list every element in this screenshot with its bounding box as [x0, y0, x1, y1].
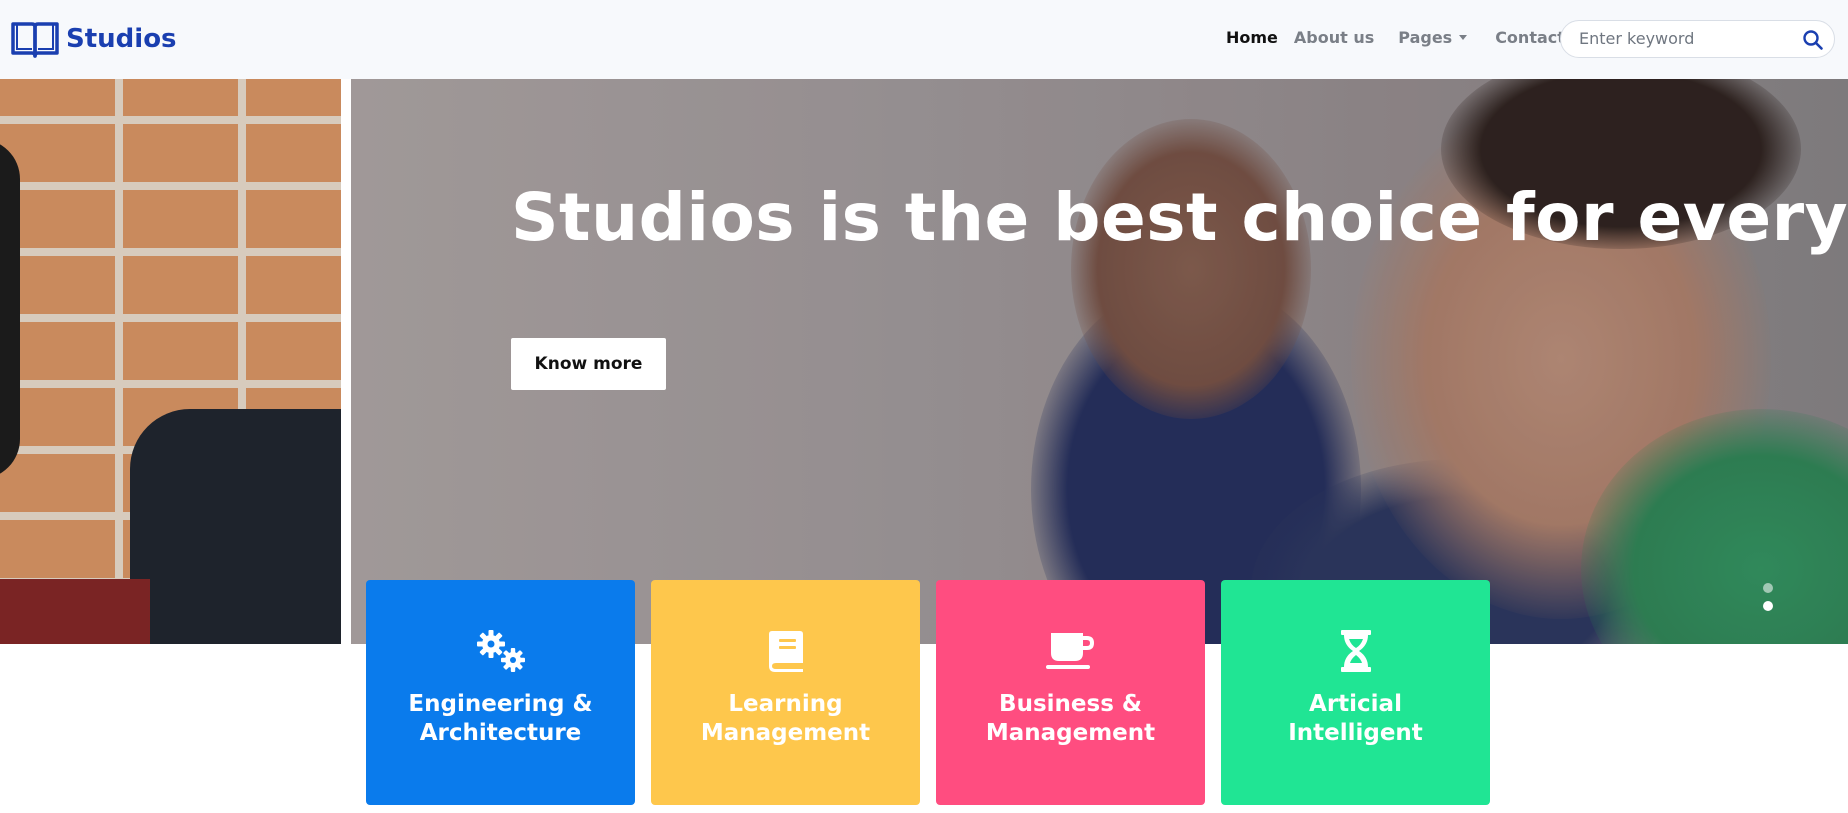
main-nav: Home About us Pages Contacts: [1226, 28, 1574, 47]
card-label: Articial Intelligent: [1288, 691, 1423, 746]
nav-about-us[interactable]: About us: [1294, 28, 1374, 47]
carousel-dot[interactable]: [1763, 583, 1773, 593]
hero-slide: Studios is the best choice for everyone …: [351, 79, 1848, 644]
gears-icon: [473, 628, 529, 674]
caret-down-icon: [1459, 35, 1468, 40]
card-engineering-architecture[interactable]: Engineering & Architecture: [366, 580, 635, 805]
know-more-button[interactable]: Know more: [511, 338, 666, 390]
open-book-icon: [11, 22, 59, 58]
book-icon: [758, 628, 814, 674]
carousel-dot-active[interactable]: [1763, 601, 1773, 611]
hourglass-icon: [1328, 628, 1384, 674]
search-box: [1560, 20, 1835, 58]
card-label: Business & Management: [985, 691, 1156, 746]
carousel-indicators: [1763, 583, 1773, 619]
hero-title: Studios is the best choice for everyone: [511, 179, 1848, 256]
nav-pages-dropdown[interactable]: Pages: [1398, 28, 1468, 47]
nav-home[interactable]: Home: [1226, 28, 1278, 47]
coffee-cup-icon: [1043, 628, 1099, 674]
card-learning-management[interactable]: Learning Management: [651, 580, 920, 805]
card-label: Engineering & Architecture: [408, 691, 593, 746]
hero-prev-slide-image: [0, 79, 341, 644]
card-label: Learning Management: [700, 691, 871, 746]
category-cards: Engineering & Architecture Learning Mana…: [366, 580, 1490, 805]
card-artificial-intelligent[interactable]: Articial Intelligent: [1221, 580, 1490, 805]
nav-pages-label: Pages: [1398, 28, 1453, 47]
brand-name: Studios: [66, 24, 177, 54]
card-business-management[interactable]: Business & Management: [936, 580, 1205, 805]
navbar: Studios Home About us Pages Contacts: [0, 0, 1848, 79]
search-icon[interactable]: [1802, 29, 1824, 51]
brand-logo-link[interactable]: Studios: [10, 20, 177, 58]
search-input[interactable]: [1579, 29, 1779, 48]
